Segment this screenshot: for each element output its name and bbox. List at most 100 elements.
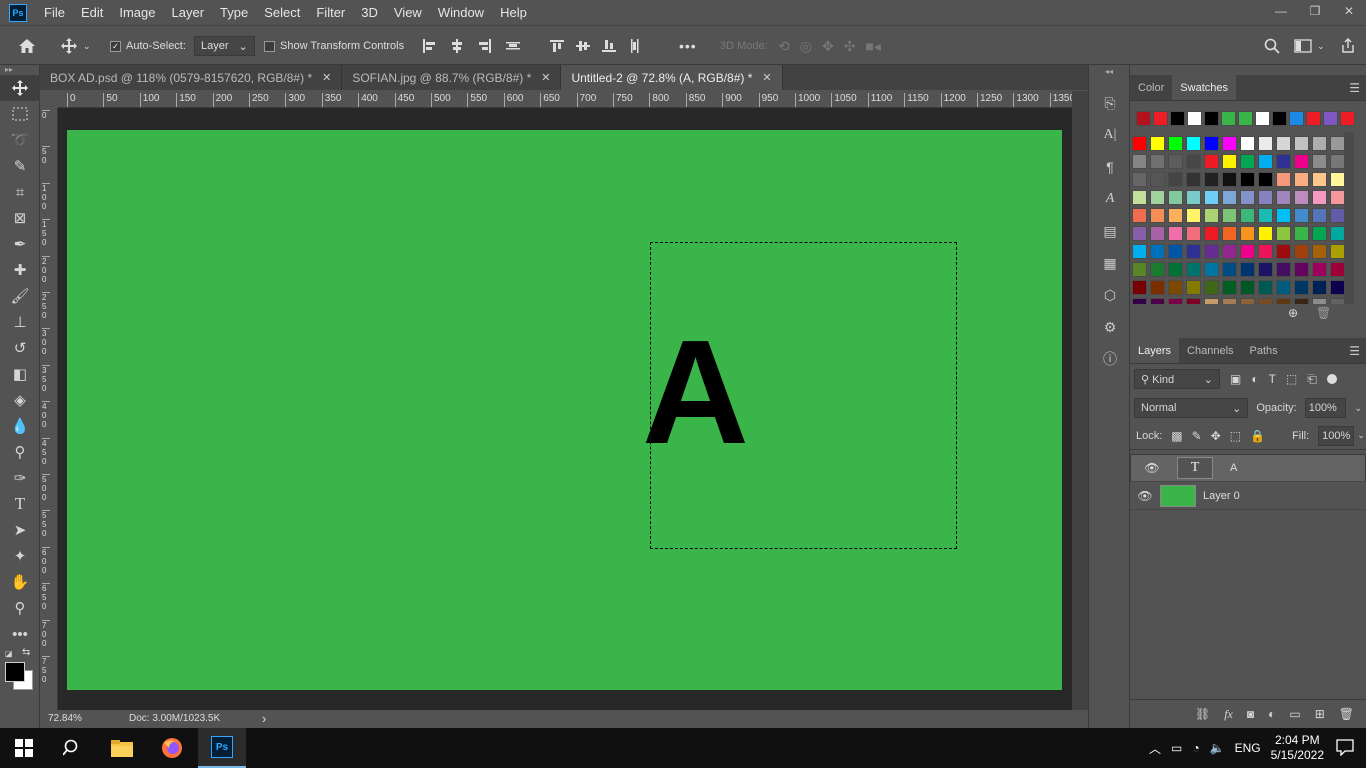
swatch[interactable] <box>1204 244 1219 259</box>
swatch[interactable] <box>1150 208 1165 223</box>
zoom-level[interactable]: 72.84% <box>48 713 82 724</box>
swatch[interactable] <box>1168 190 1183 205</box>
align-top-icon[interactable] <box>550 39 564 53</box>
swatch[interactable] <box>1312 226 1327 241</box>
swatch[interactable] <box>1240 172 1255 187</box>
trash-icon[interactable]: 🗑 <box>1316 306 1331 320</box>
swatch[interactable] <box>1222 190 1237 205</box>
swatch[interactable] <box>1312 190 1327 205</box>
menu-type[interactable]: Type <box>212 5 256 20</box>
swatch[interactable] <box>1150 190 1165 205</box>
swatch[interactable] <box>1258 262 1273 277</box>
menu-help[interactable]: Help <box>492 5 535 20</box>
layer-row[interactable]: 👁 T A <box>1130 454 1366 482</box>
3d-pan-icon[interactable]: ✥ <box>822 38 834 55</box>
recent-swatch[interactable] <box>1238 111 1253 126</box>
swatch[interactable] <box>1312 172 1327 187</box>
align-left-icon[interactable] <box>422 39 436 53</box>
filter-type-icon[interactable]: T <box>1269 372 1276 386</box>
3d-orbit-icon[interactable]: ⟲ <box>778 38 790 55</box>
volume-icon[interactable]: 🔈 <box>1210 741 1225 755</box>
new-swatch-icon[interactable]: ⊕ <box>1288 306 1298 320</box>
eraser-tool-icon[interactable]: ◧ <box>0 361 40 387</box>
swatch[interactable] <box>1258 208 1273 223</box>
swatch[interactable] <box>1240 226 1255 241</box>
menu-layer[interactable]: Layer <box>164 5 213 20</box>
swatch[interactable] <box>1168 262 1183 277</box>
swatch[interactable] <box>1276 154 1291 169</box>
tab-untitled-2[interactable]: Untitled-2 @ 72.8% (A, RGB/8#) * ✕ <box>561 65 783 90</box>
frame-tool-icon[interactable]: ⊠ <box>0 205 40 231</box>
swatch[interactable] <box>1150 280 1165 295</box>
stamp-tool-icon[interactable]: ⊥ <box>0 309 40 335</box>
recent-swatch[interactable] <box>1204 111 1219 126</box>
recent-swatch[interactable] <box>1170 111 1185 126</box>
swatch[interactable] <box>1150 172 1165 187</box>
menu-filter[interactable]: Filter <box>308 5 353 20</box>
blend-mode-dropdown[interactable]: Normal ⌄ <box>1134 398 1249 418</box>
pen-tool-icon[interactable]: ✑ <box>0 465 40 491</box>
swatch[interactable] <box>1186 172 1201 187</box>
close-icon[interactable]: ✕ <box>762 71 771 84</box>
crop-tool-icon[interactable]: ⌗ <box>0 179 40 205</box>
swatch[interactable] <box>1312 262 1327 277</box>
auto-select-toggle[interactable]: ✓ Auto-Select: <box>110 26 186 66</box>
swatch[interactable] <box>1132 172 1147 187</box>
swatch[interactable] <box>1204 262 1219 277</box>
swatch[interactable] <box>1258 226 1273 241</box>
recent-swatch[interactable] <box>1136 111 1151 126</box>
swatch[interactable] <box>1240 190 1255 205</box>
swatch[interactable] <box>1186 136 1201 151</box>
tab-box-ad[interactable]: BOX AD.psd @ 118% (0579-8157620, RGB/8#)… <box>40 65 343 90</box>
filter-toggle[interactable] <box>1326 374 1337 384</box>
distribute-vertical-icon[interactable] <box>628 39 642 53</box>
lock-all-icon[interactable]: 🔒 <box>1250 429 1265 443</box>
visibility-eye-icon[interactable]: 👁 <box>1130 489 1160 503</box>
3d-slide-icon[interactable]: ✣ <box>844 38 856 55</box>
swatch[interactable] <box>1312 136 1327 151</box>
swatch[interactable] <box>1222 154 1237 169</box>
character-panel-icon[interactable]: A| <box>1089 119 1131 151</box>
swatch[interactable] <box>1186 244 1201 259</box>
swatch[interactable] <box>1294 172 1309 187</box>
status-menu-arrow-icon[interactable]: › <box>262 711 266 726</box>
swatch[interactable] <box>1132 280 1147 295</box>
layer-row[interactable]: 👁 Layer 0 <box>1130 482 1366 510</box>
type-tool-icon[interactable]: T <box>0 491 40 517</box>
align-center-icon[interactable] <box>450 39 464 53</box>
swatch[interactable] <box>1168 136 1183 151</box>
swatch[interactable] <box>1294 244 1309 259</box>
vertical-scrollbar[interactable] <box>1072 91 1088 710</box>
swatch[interactable] <box>1258 154 1273 169</box>
menu-window[interactable]: Window <box>430 5 492 20</box>
swatch[interactable] <box>1330 136 1345 151</box>
swatch[interactable] <box>1186 262 1201 277</box>
ruler-corner[interactable] <box>40 91 58 108</box>
menu-3d[interactable]: 3D <box>353 5 386 20</box>
vertical-ruler[interactable]: 0 5 0 1 0 0 1 5 0 2 0 0 2 5 0 3 0 0 3 5 0 4 0 0 4… <box>40 108 58 710</box>
distribute-horizontal-icon[interactable] <box>506 39 520 53</box>
hand-tool-icon[interactable]: ✋ <box>0 569 40 595</box>
glyphs-panel-icon[interactable]: A <box>1089 183 1131 215</box>
default-colors-icon[interactable]: ◪ <box>5 649 13 658</box>
kind-filter-dropdown[interactable]: ⚲ Kind ⌄ <box>1134 369 1220 389</box>
swatch[interactable] <box>1276 208 1291 223</box>
close-icon[interactable]: ✕ <box>1332 0 1366 22</box>
visibility-eye-icon[interactable]: 👁 <box>1137 461 1167 475</box>
search-icon[interactable] <box>48 728 96 768</box>
panel-menu-icon[interactable]: ☰ <box>1349 344 1360 358</box>
align-bottom-icon[interactable] <box>602 39 616 53</box>
swatch[interactable] <box>1222 226 1237 241</box>
swatch[interactable] <box>1312 280 1327 295</box>
notifications-icon[interactable] <box>1336 738 1354 757</box>
auto-select-target-dropdown[interactable]: Layer ⌄ <box>194 26 255 66</box>
swatch[interactable] <box>1330 226 1345 241</box>
add-mask-icon[interactable]: ◙ <box>1247 707 1254 721</box>
history-brush-tool-icon[interactable]: ↺ <box>0 335 40 361</box>
swatch[interactable] <box>1150 262 1165 277</box>
move-tool-icon[interactable] <box>0 75 40 101</box>
swatch[interactable] <box>1330 262 1345 277</box>
swatch[interactable] <box>1150 154 1165 169</box>
swatch[interactable] <box>1276 226 1291 241</box>
swatch[interactable] <box>1204 190 1219 205</box>
